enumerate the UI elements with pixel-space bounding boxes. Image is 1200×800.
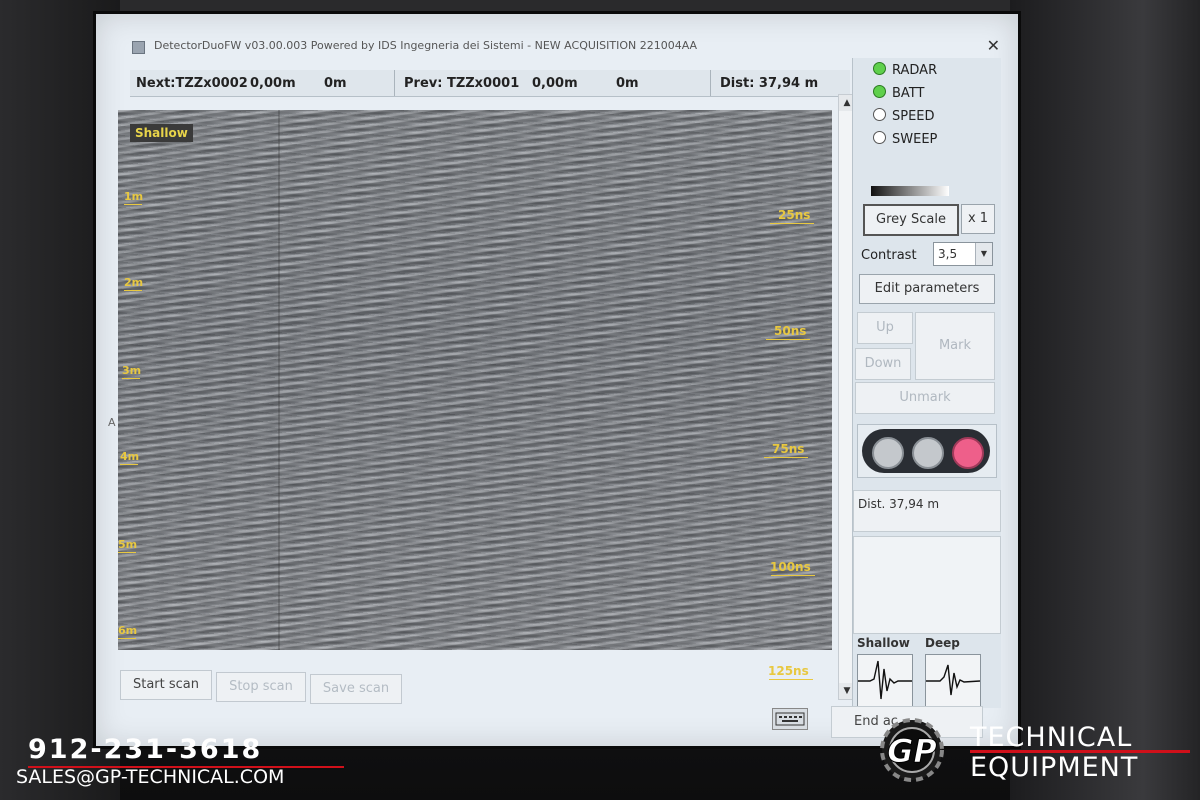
depth-label: 4m [120, 450, 140, 465]
time-label: 25ns [770, 208, 815, 224]
device-bezel-right [1010, 0, 1200, 800]
shallow-trace [857, 654, 913, 710]
stop-scan-button[interactable]: Stop scan [216, 672, 306, 702]
radargram-canvas[interactable]: Shallow 1m 2m 3m 4m 5m 6m 25ns 50ns 75ns… [118, 110, 832, 650]
signal-lights [857, 424, 997, 478]
window-titlebar: DetectorDuoFW v03.00.003 Powered by IDS … [120, 36, 1010, 58]
email-address[interactable]: SALES@GP-TECHNICAL.COM [16, 766, 284, 788]
acquisition-info-bar: Next:TZZx0002 0,00m 0m Prev: TZZx0001 0,… [130, 70, 850, 97]
next-position: 0,00m [250, 76, 296, 91]
edit-parameters-button[interactable]: Edit parameters [859, 274, 995, 304]
shallow-waveform: Shallow [853, 636, 915, 710]
mark-up-button[interactable]: Up [857, 312, 913, 344]
total-distance: Dist: 37,94 m [720, 76, 819, 91]
unmark-button[interactable]: Unmark [855, 382, 995, 414]
sweep-indicator: SWEEP [873, 131, 937, 147]
contrast-select[interactable]: 3,5 ▼ [933, 242, 993, 266]
side-marker: A [108, 416, 116, 429]
chevron-down-icon[interactable]: ▼ [975, 243, 992, 265]
time-label: 75ns [764, 442, 809, 458]
save-scan-button[interactable]: Save scan [310, 674, 402, 704]
time-label: 100ns [770, 560, 815, 576]
status-led-icon [873, 62, 886, 75]
contact-overlay: 912-231-3618 SALES@GP-TECHNICAL.COM [14, 734, 344, 794]
control-panel: RADAR BATT SPEED SWEEP Grey Scale x 1 Co… [852, 58, 1001, 710]
mark-button[interactable]: Mark [915, 312, 995, 380]
divider [394, 70, 395, 96]
lights-frame [862, 429, 990, 473]
start-scan-button[interactable]: Start scan [120, 670, 212, 700]
zoom-button[interactable]: x 1 [961, 204, 995, 234]
keyboard-icon[interactable] [772, 708, 808, 730]
mark-down-button[interactable]: Down [855, 348, 911, 380]
brand-mark: GP [887, 732, 937, 770]
scan-boundary-line [278, 110, 280, 650]
prev-distance: 0m [616, 76, 639, 91]
gear-logo-icon: GP [870, 710, 954, 790]
divider [710, 70, 711, 96]
depth-label: 5m [118, 538, 138, 553]
phone-number[interactable]: 912-231-3618 [28, 734, 262, 765]
speed-indicator: SPEED [873, 108, 935, 124]
status-led-icon [873, 108, 886, 121]
prev-position: 0,00m [532, 76, 578, 91]
next-distance: 0m [324, 76, 347, 91]
battery-indicator: BATT [873, 85, 924, 101]
radar-indicator: RADAR [873, 62, 937, 78]
deep-waveform: Deep [921, 636, 983, 710]
depth-label: 2m [124, 276, 144, 291]
status-lamp-icon [912, 437, 944, 469]
next-file-label: Next:TZZx0002 [136, 76, 248, 91]
deep-trace [925, 654, 981, 710]
grey-scale-button[interactable]: Grey Scale [863, 204, 959, 236]
distance-readout: Dist. 37,94 m [853, 490, 1001, 532]
time-label: 50ns [766, 324, 811, 340]
depth-label: 1m [124, 190, 144, 205]
status-lamp-icon [872, 437, 904, 469]
brand-word-1: TECHNICAL [970, 722, 1133, 753]
status-led-icon [873, 131, 886, 144]
prev-file-label: Prev: TZZx0001 [404, 76, 520, 91]
depth-label: 6m [118, 624, 138, 639]
waveform-label: Deep [925, 636, 960, 650]
device-screen: DetectorDuoFW v03.00.003 Powered by IDS … [96, 14, 1018, 746]
brand-logo: GP TECHNICAL EQUIPMENT [866, 708, 1196, 794]
mode-tag: Shallow [130, 124, 193, 142]
app-icon [132, 41, 145, 54]
alert-lamp-icon [952, 437, 984, 469]
status-led-icon [873, 85, 886, 98]
palette-gradient [871, 186, 949, 196]
brand-word-2: EQUIPMENT [970, 752, 1139, 783]
contrast-value: 3,5 [938, 247, 958, 261]
message-log[interactable] [853, 536, 1001, 634]
waveform-label: Shallow [857, 636, 910, 650]
depth-label: 3m [122, 364, 142, 379]
scan-controls: Start scan Stop scan Save scan [104, 666, 844, 706]
window-title: DetectorDuoFW v03.00.003 Powered by IDS … [154, 39, 698, 52]
contrast-label: Contrast [861, 248, 917, 263]
close-icon[interactable]: ✕ [987, 36, 1000, 55]
